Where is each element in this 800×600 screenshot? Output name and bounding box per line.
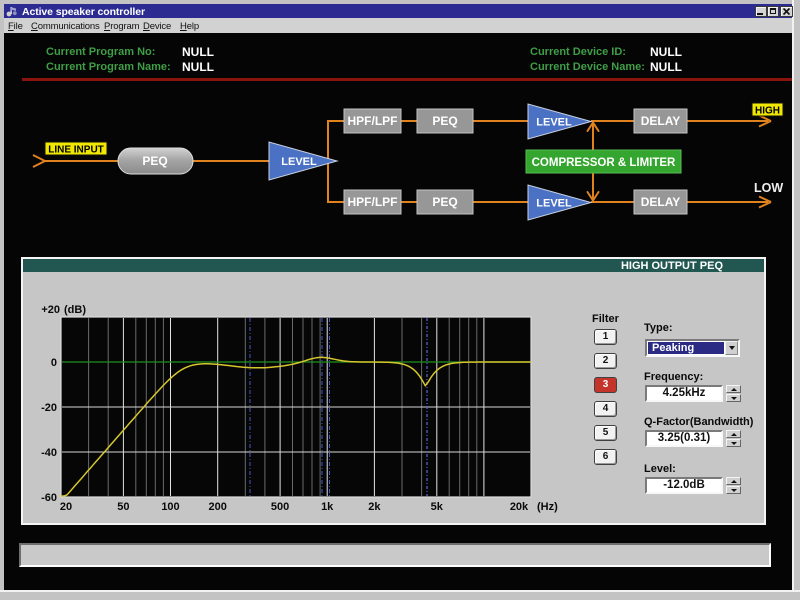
- svg-text:5k: 5k: [431, 501, 444, 513]
- svg-text:DELAY: DELAY: [641, 114, 681, 128]
- svg-text:LOW: LOW: [754, 181, 783, 195]
- svg-text:COMPRESSOR & LIMITER: COMPRESSOR & LIMITER: [532, 157, 676, 169]
- svg-text:+20: +20: [41, 304, 60, 316]
- svg-text:HPF/LPF: HPF/LPF: [348, 195, 398, 209]
- svg-text:-60: -60: [41, 492, 57, 504]
- svg-text:-20: -20: [41, 402, 57, 414]
- svg-text:LINE INPUT: LINE INPUT: [48, 145, 104, 156]
- svg-text:DELAY: DELAY: [641, 195, 681, 209]
- svg-text:20: 20: [60, 501, 72, 513]
- svg-text:100: 100: [161, 501, 179, 513]
- svg-text:0: 0: [51, 357, 57, 369]
- svg-text:(Hz): (Hz): [537, 501, 558, 513]
- svg-text:(dB): (dB): [64, 304, 86, 316]
- svg-text:PEQ: PEQ: [432, 114, 457, 128]
- svg-text:50: 50: [117, 501, 129, 513]
- svg-text:200: 200: [209, 501, 227, 513]
- svg-text:LEVEL: LEVEL: [536, 117, 572, 129]
- svg-text:HIGH: HIGH: [755, 106, 780, 117]
- svg-text:-40: -40: [41, 447, 57, 459]
- svg-text:20k: 20k: [510, 501, 529, 513]
- svg-text:500: 500: [271, 501, 289, 513]
- svg-text:LEVEL: LEVEL: [281, 156, 317, 168]
- svg-text:PEQ: PEQ: [432, 195, 457, 209]
- svg-text:HPF/LPF: HPF/LPF: [348, 114, 398, 128]
- svg-text:2k: 2k: [368, 501, 381, 513]
- svg-text:PEQ: PEQ: [142, 154, 167, 168]
- svg-text:LEVEL: LEVEL: [536, 198, 572, 210]
- svg-text:1k: 1k: [321, 501, 334, 513]
